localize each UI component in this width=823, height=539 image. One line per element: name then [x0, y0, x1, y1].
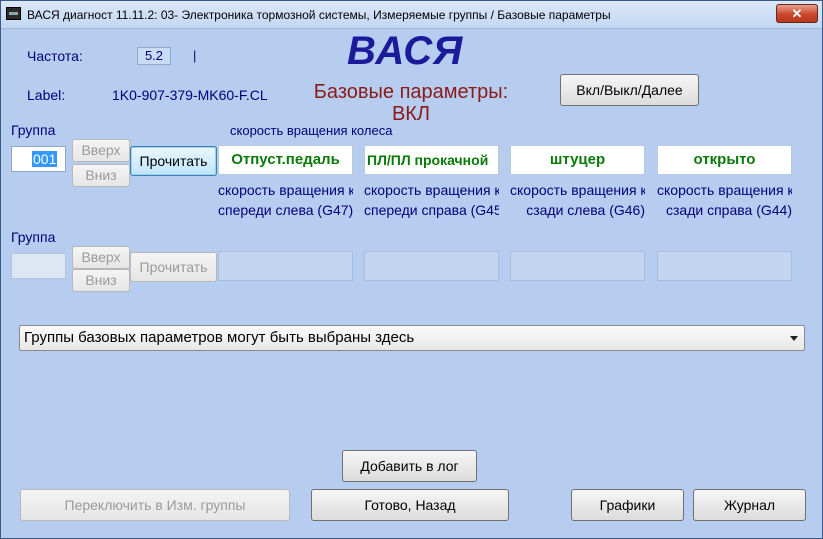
group1-description-2: скорость вращения колеса спереди справа …	[364, 180, 499, 220]
mode-state: ВКЛ	[391, 103, 431, 125]
group1-number: 001	[32, 151, 58, 167]
group2-value-1	[218, 251, 353, 281]
desc4-line1: скорость вращения колеса	[657, 182, 792, 198]
group1-value-3: штуцер	[510, 145, 645, 175]
group1-description-4: скорость вращения колеса сзади справа (G…	[657, 180, 792, 220]
group2-read-button[interactable]: Прочитать	[130, 252, 217, 282]
group2-value-2	[364, 251, 499, 281]
group1-description-3: скорость вращения колеса сзади слева (G4…	[510, 180, 645, 220]
toggle-button[interactable]: Вкл/Выкл/Далее	[560, 74, 699, 106]
title-bar[interactable]: ВАСЯ диагност 11.11.2: 03- Электроника т…	[1, 1, 822, 29]
window-title: ВАСЯ диагност 11.11.2: 03- Электроника т…	[27, 8, 611, 22]
group1-value-1: Отпуст.педаль	[218, 145, 353, 175]
group1-caption: скорость вращения колеса	[230, 123, 393, 138]
dropdown-selected: Группы базовых параметров могут быть выб…	[24, 329, 415, 346]
group1-label: Группа	[11, 122, 56, 138]
group2-label: Группа	[11, 229, 56, 245]
desc3-line2: сзади слева (G46)	[526, 202, 645, 218]
chevron-down-icon[interactable]	[790, 336, 798, 341]
group2-number-input[interactable]	[11, 253, 66, 279]
main-window: ВАСЯ диагност 11.11.2: 03- Электроника т…	[0, 0, 823, 539]
app-brand: ВАСЯ	[347, 29, 464, 73]
frequency-indicator: |	[193, 48, 197, 63]
group1-read-button[interactable]: Прочитать	[130, 146, 217, 176]
basic-settings-status: Базовые параметры: ВКЛ	[291, 81, 531, 125]
group1-up-button[interactable]: Вверх	[72, 139, 130, 162]
switch-to-measuring-button[interactable]: Переключить в Изм. группы	[20, 489, 290, 521]
group1-description-1: скорость вращения колеса спереди слева (…	[218, 180, 353, 220]
desc4-line2: сзади справа (G44)	[666, 202, 792, 218]
group1-value-4: открыто	[657, 145, 792, 175]
mode-title: Базовые параметры:	[313, 81, 509, 103]
group1-down-button[interactable]: Вниз	[72, 164, 130, 187]
desc1-line1: скорость вращения колеса	[218, 182, 353, 198]
group2-up-button[interactable]: Вверх	[72, 246, 130, 269]
group2-down-button[interactable]: Вниз	[72, 269, 130, 292]
basic-groups-dropdown[interactable]: Группы базовых параметров могут быть выб…	[19, 325, 805, 351]
group2-value-3	[510, 251, 645, 281]
desc3-line1: скорость вращения колеса	[510, 182, 645, 198]
frequency-label: Частота:	[27, 48, 83, 64]
label-caption: Label:	[27, 87, 66, 103]
close-button[interactable]: ✕	[776, 4, 818, 23]
add-to-log-button[interactable]: Добавить в лог	[342, 450, 477, 482]
app-icon	[6, 7, 21, 20]
group1-value-2: ПЛ/ПЛ прокачной	[364, 145, 499, 175]
desc2-line2: спереди справа (G45)	[364, 202, 499, 218]
group2-value-4	[657, 251, 792, 281]
group1-number-input[interactable]: 001	[11, 146, 66, 172]
frequency-value: 5.2	[137, 47, 171, 65]
desc2-line1: скорость вращения колеса	[364, 182, 499, 198]
done-back-button[interactable]: Готово, Назад	[311, 489, 509, 521]
desc1-line2: спереди слева (G47)	[218, 202, 353, 218]
journal-button[interactable]: Журнал	[693, 489, 806, 521]
label-value: 1K0-907-379-MK60-F.CL	[112, 87, 268, 103]
graphs-button[interactable]: Графики	[571, 489, 684, 521]
